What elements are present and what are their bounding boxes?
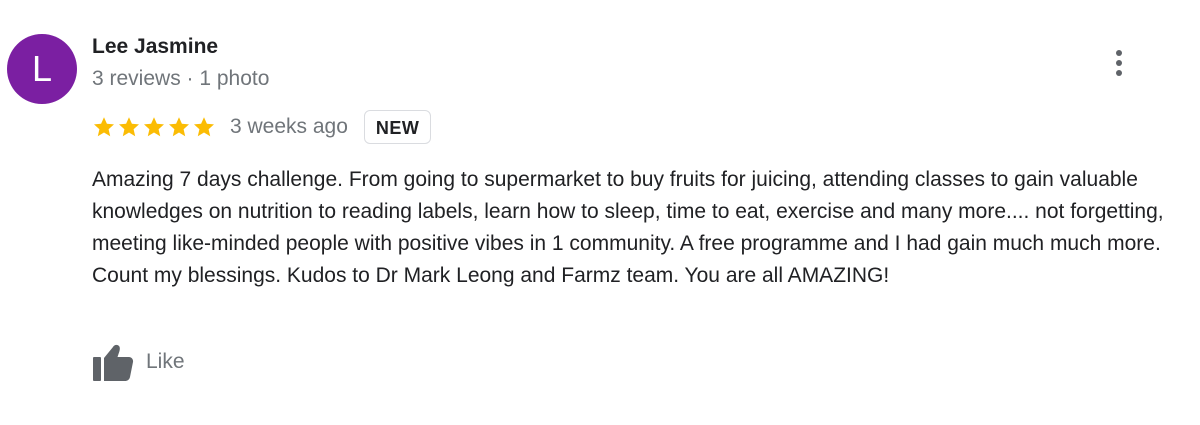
rating-row: 3 weeks ago NEW xyxy=(92,108,432,146)
more-vert-icon xyxy=(1116,70,1122,76)
star-icon xyxy=(194,117,214,137)
more-options-button[interactable] xyxy=(1104,46,1134,80)
star-rating xyxy=(92,115,216,139)
like-label: Like xyxy=(146,350,185,373)
thumbs-up-icon xyxy=(93,344,134,381)
more-vert-icon xyxy=(1116,60,1122,66)
author-name[interactable]: Lee Jasmine xyxy=(92,35,218,59)
new-badge: NEW xyxy=(363,110,432,144)
like-button[interactable]: Like xyxy=(92,342,185,382)
star-icon xyxy=(144,117,164,137)
star-icon xyxy=(169,117,189,137)
author-review-count: 3 reviews · 1 photo xyxy=(92,67,270,90)
review-date: 3 weeks ago xyxy=(230,115,348,138)
star-icon xyxy=(94,117,114,137)
avatar[interactable]: L xyxy=(7,34,77,104)
review-card: L Lee Jasmine 3 reviews · 1 photo 3 week… xyxy=(0,0,1200,425)
review-text: Amazing 7 days challenge. From going to … xyxy=(92,168,1164,287)
more-vert-icon xyxy=(1116,50,1122,56)
star-icon xyxy=(119,117,139,137)
